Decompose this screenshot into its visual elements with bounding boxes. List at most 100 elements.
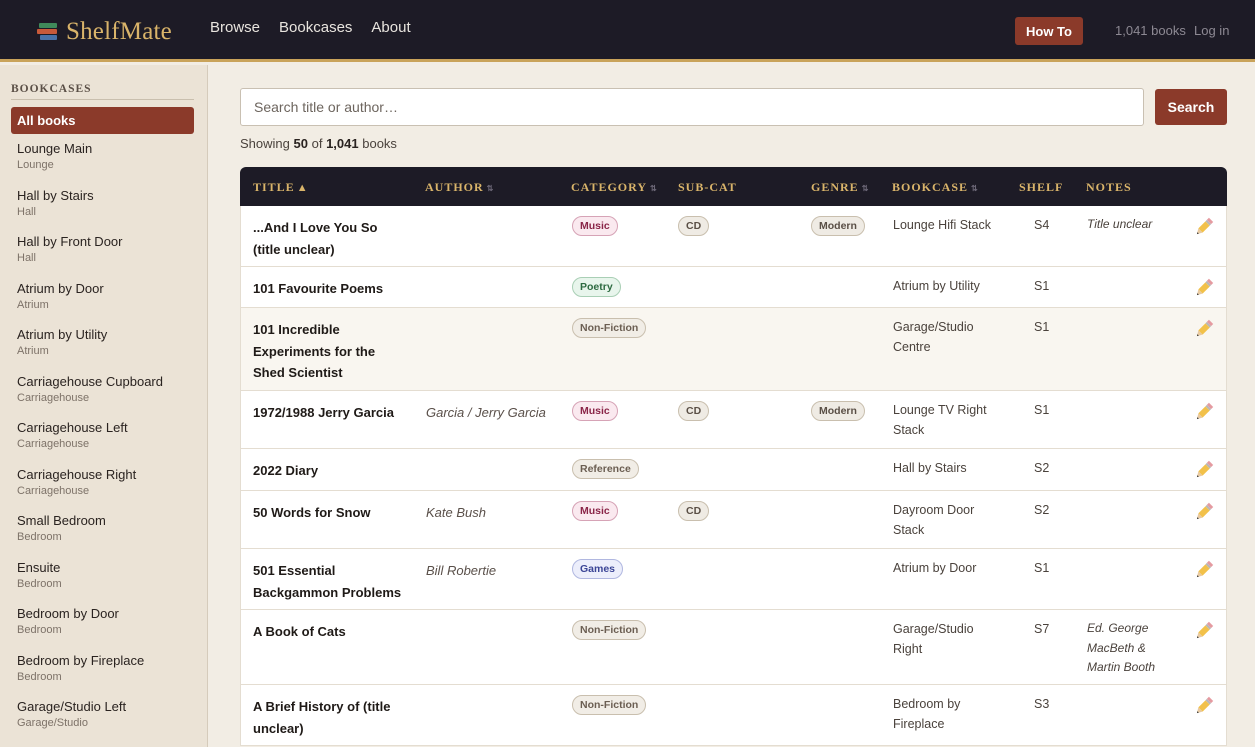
sidebar-item-bookcase[interactable]: Carriagehouse Right Carriagehouse <box>17 466 163 513</box>
table-row[interactable]: ...And I Love You So (title unclear) Musi… <box>240 206 1227 267</box>
pencil-icon[interactable] <box>1193 559 1215 581</box>
table-row[interactable]: 50 Words for Snow Kate Bush Music CD Dayroom… <box>240 491 1227 549</box>
sidebar-item-bookcase[interactable]: Carriagehouse Cupboard Carriagehouse <box>17 373 163 420</box>
book-title: A Brief History of (title unclear) <box>253 699 391 736</box>
sidebar-item-bookcase[interactable]: Carriagehouse Left Carriagehouse <box>17 419 163 466</box>
col-notes: NOTES <box>1086 180 1132 194</box>
book-author: Garcia / Jerry Garcia <box>426 405 546 420</box>
table-row[interactable]: A Brief History of (title unclear) Non-Fi… <box>240 685 1227 746</box>
book-title: ...And I Love You So (title unclear) <box>253 220 378 257</box>
book-notes: Title unclear <box>1087 217 1153 231</box>
book-title: 101 Favourite Poems <box>253 281 384 296</box>
sort-icon: ⇅ <box>650 184 657 193</box>
bookcase-name: Atrium by Door <box>17 280 104 296</box>
category-badge: Poetry <box>572 277 621 297</box>
book-bookcase: Atrium by Door <box>893 561 977 575</box>
bookcase-room: Lounge <box>17 159 54 171</box>
category-badge: Reference <box>572 459 639 479</box>
book-bookcase: Bedroom by Fireplace <box>893 697 961 731</box>
book-bookcase: Lounge TV Right Stack <box>893 403 987 437</box>
bookcase-room: Bedroom <box>17 624 62 636</box>
bookcase-name: Carriagehouse Right <box>17 466 137 482</box>
table-row[interactable]: 101 Favourite Poems Poetry Atrium by Utili… <box>240 267 1227 308</box>
pencil-icon[interactable] <box>1193 695 1215 717</box>
sidebar-item-bookcase[interactable]: Hall by Front Door Hall <box>17 233 163 280</box>
bookcase-name: Atrium by Utility <box>17 327 108 342</box>
bookcase-room: Carriagehouse <box>17 484 90 497</box>
col-shelf: SHELF <box>1019 180 1064 194</box>
sidebar-item-bookcase[interactable]: Atrium by Door Atrium <box>17 280 163 327</box>
sidebar-item-bookcase[interactable]: Bedroom by Fireplace Bedroom <box>17 652 163 699</box>
book-shelf: S3 <box>1034 697 1050 711</box>
table-row[interactable]: A Book of Cats Non-Fiction Garage/Studio R… <box>240 610 1227 685</box>
book-shelf: S2 <box>1034 503 1050 517</box>
book-title: 501 Essential Backgammon Problems <box>253 563 402 600</box>
col-title[interactable]: TITLE ▲ <box>253 180 309 195</box>
nav-bookcases[interactable]: Bookcases <box>279 19 352 36</box>
bookcase-name: Bedroom by Door <box>17 606 119 621</box>
bookcase-room: Atrium <box>17 298 49 311</box>
table-row[interactable]: 501 Essential Backgammon Problems Bill Ro… <box>240 549 1227 610</box>
book-shelf: S2 <box>1034 461 1050 475</box>
book-author: Bill Robertie <box>426 563 497 578</box>
search-button[interactable]: Search <box>1155 89 1227 125</box>
book-shelf: S1 <box>1034 279 1050 293</box>
table-row[interactable]: 101 Incredible Experiments for the Shed … <box>240 308 1227 391</box>
sidebar-item-bookcase[interactable]: Ensuite Bedroom <box>17 559 163 606</box>
subcat-badge: CD <box>678 401 710 421</box>
bookcase-room: Bedroom <box>17 531 62 543</box>
nav-about[interactable]: About <box>371 19 410 36</box>
sidebar-item-all-books[interactable]: All books <box>11 107 194 134</box>
genre-badge: Modern <box>811 401 865 421</box>
sidebar-item-bookcase[interactable]: Small Bedroom Bedroom <box>17 512 163 559</box>
sidebar-item-bookcase[interactable]: Bedroom by Door Bedroom <box>17 605 163 652</box>
bookcase-room: Carriagehouse <box>17 438 90 450</box>
book-bookcase: Lounge Hifi Stack <box>893 218 991 232</box>
col-bookcase[interactable]: BOOKCASE ⇅ <box>892 180 978 195</box>
total-count: 1,041 <box>326 136 359 151</box>
book-author: Kate Bush <box>426 505 486 520</box>
book-title: A Book of Cats <box>253 624 346 639</box>
table-row[interactable]: 1972/1988 Jerry Garcia Garcia / Jerry Gar… <box>240 391 1227 449</box>
col-author[interactable]: AUTHOR ⇅ <box>425 180 493 195</box>
pencil-icon[interactable] <box>1193 501 1215 523</box>
col-subcat: SUB-CAT <box>678 180 737 194</box>
book-shelf: S1 <box>1034 320 1050 334</box>
pencil-icon[interactable] <box>1193 459 1215 481</box>
category-badge: Non-Fiction <box>572 695 647 715</box>
logo[interactable]: ShelfMate <box>37 18 172 46</box>
sort-icon: ⇅ <box>861 184 869 193</box>
bookcase-name: Garage/Studio Left <box>17 699 127 714</box>
sidebar: BOOKCASES All books Lounge Main Lounge Hal… <box>0 65 208 747</box>
nav-browse[interactable]: Browse <box>210 19 260 36</box>
pencil-icon[interactable] <box>1193 620 1215 642</box>
sidebar-item-bookcase[interactable]: Garage/Studio Left Garage/Studio <box>17 698 163 745</box>
sidebar-item-bookcase[interactable]: Hall by Stairs Hall <box>17 187 163 234</box>
bookcase-room: Atrium <box>17 345 49 357</box>
book-bookcase: Garage/Studio Centre <box>893 320 974 354</box>
search-input[interactable] <box>240 88 1144 126</box>
bookcase-name: Carriagehouse Cupboard <box>17 373 163 389</box>
pencil-icon[interactable] <box>1193 401 1215 423</box>
login-link[interactable]: Log in <box>1194 23 1229 38</box>
col-genre[interactable]: GENRE ⇅ <box>811 180 868 195</box>
category-badge: Non-Fiction <box>572 318 647 338</box>
pencil-icon[interactable] <box>1193 277 1215 299</box>
howto-button[interactable]: How To <box>1015 17 1083 45</box>
main-nav: Browse Bookcases About <box>210 19 411 36</box>
bookcase-room: Bedroom <box>17 577 62 590</box>
book-bookcase: Garage/Studio Right <box>893 622 974 656</box>
bookcase-room: Bedroom <box>17 670 62 683</box>
table-body: ...And I Love You So (title unclear) Musi… <box>240 206 1227 746</box>
sidebar-item-bookcase[interactable]: Atrium by Utility Atrium <box>17 326 163 373</box>
table-row[interactable]: 2022 Diary Reference Hall by Stairs S2 <box>240 449 1227 491</box>
sort-asc-icon: ▲ <box>296 182 309 194</box>
bookcase-name: Hall by Stairs <box>17 187 94 203</box>
sidebar-item-bookcase[interactable]: Lounge Main Lounge <box>17 140 163 187</box>
pencil-icon[interactable] <box>1193 318 1215 340</box>
sort-icon: ⇅ <box>971 184 978 193</box>
book-shelf: S1 <box>1034 561 1050 575</box>
pencil-icon[interactable] <box>1193 216 1215 238</box>
col-category[interactable]: CATEGORY ⇅ <box>571 180 657 195</box>
sort-icon: ⇅ <box>486 184 494 193</box>
